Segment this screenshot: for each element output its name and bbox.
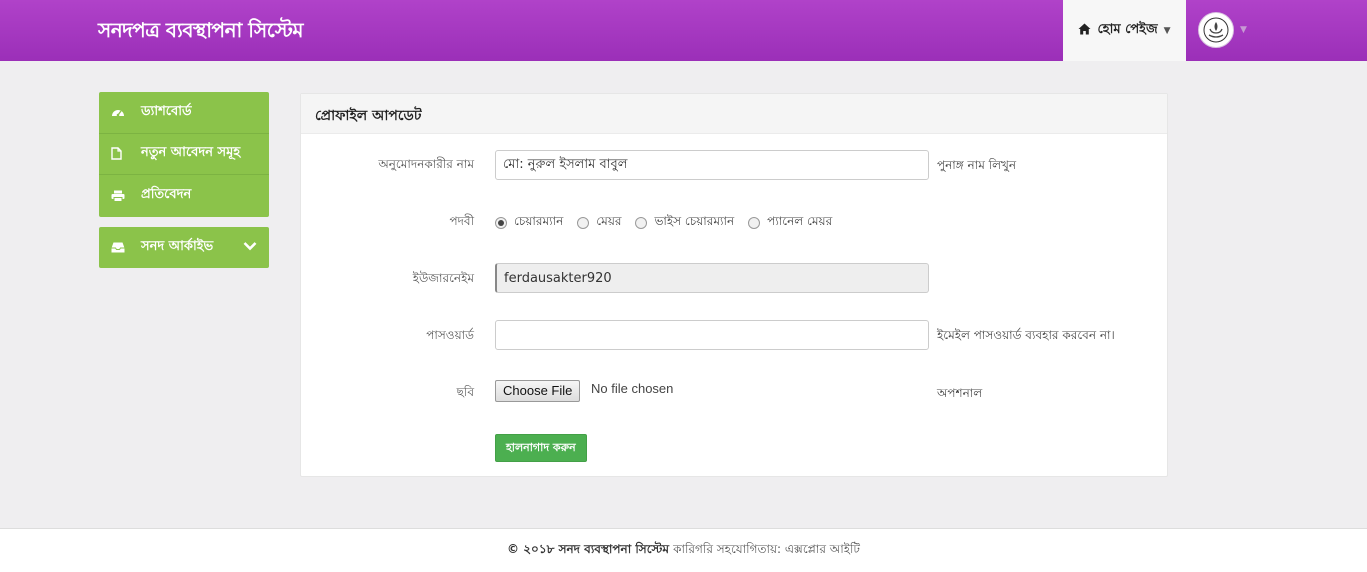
- sidebar: ড্যাশবোর্ড নতুন আবেদন সমূহ প্রতিবেদন সনদ…: [99, 92, 269, 268]
- footer: © ২০১৮ সনদ ব্যবস্থাপনা সিস্টেম কারিগরি স…: [0, 528, 1367, 572]
- username-input[interactable]: [495, 263, 929, 293]
- photo-label: ছবি: [456, 385, 474, 399]
- file-icon: [111, 147, 127, 160]
- home-page-label: হোম পেইজ: [1097, 22, 1158, 37]
- brand-title[interactable]: সনদপত্র ব্যবস্থাপনা সিস্টেম: [98, 16, 304, 49]
- radio-label: প্যানেল মেয়র: [767, 214, 833, 228]
- designation-radio-group: চেয়ারম্যান মেয়র ভাইস চেয়ারম্যান প্যান…: [495, 213, 832, 233]
- password-label: পাসওয়ার্ড: [426, 328, 474, 342]
- file-status-text: No file chosen: [591, 381, 674, 396]
- emblem-logo-icon[interactable]: [1198, 12, 1234, 48]
- password-help: ইমেইল পাসওয়ার্ড ব্যবহার করবেন না।: [937, 328, 1115, 342]
- radio-button[interactable]: [577, 217, 590, 229]
- user-menu[interactable]: ▼: [1198, 12, 1247, 48]
- choose-file-button[interactable]: Choose File: [495, 380, 581, 402]
- panel-title: প্রোফাইল আপডেট: [301, 94, 1167, 134]
- home-page-dropdown[interactable]: হোম পেইজ ▼: [1063, 0, 1186, 61]
- inbox-icon: [111, 242, 127, 253]
- sidebar-item-dashboard[interactable]: ড্যাশবোর্ড: [99, 92, 269, 134]
- print-icon: [111, 190, 127, 202]
- approver-name-label: অনুমোদনকারীর নাম: [378, 157, 474, 171]
- sidebar-archive-group: সনদ আর্কাইভ: [99, 226, 269, 269]
- radio-label: চেয়ারম্যান: [514, 214, 564, 228]
- footer-copyright: © ২০১৮ সনদ ব্যবস্থাপনা সিস্টেম: [507, 541, 670, 556]
- footer-credit[interactable]: কারিগরি সহযোগিতায়: এক্সপ্লোর আইটি: [673, 541, 860, 561]
- caret-down-icon: ▼: [1240, 25, 1247, 35]
- sidebar-item-archive[interactable]: সনদ আর্কাইভ: [99, 227, 269, 269]
- radio-label: মেয়র: [596, 214, 622, 228]
- dashboard-icon: [111, 106, 127, 118]
- photo-help: অপশনাল: [937, 386, 983, 400]
- caret-down-icon: ▼: [1163, 25, 1171, 36]
- top-navbar: সনদপত্র ব্যবস্থাপনা সিস্টেম হোম পেইজ ▼ ▼: [0, 0, 1367, 61]
- sidebar-item-label: সনদ আর্কাইভ: [141, 238, 214, 254]
- chevron-down-icon[interactable]: [243, 239, 257, 255]
- username-label: ইউজারনেইম: [412, 271, 474, 285]
- radio-button[interactable]: [748, 217, 761, 229]
- sidebar-item-new-applications[interactable]: নতুন আবেদন সমূহ: [99, 134, 269, 175]
- sidebar-item-report[interactable]: প্রতিবেদন: [99, 175, 269, 217]
- update-button[interactable]: হালনাগাদ করুন: [495, 434, 587, 462]
- sidebar-menu: ড্যাশবোর্ড নতুন আবেদন সমূহ প্রতিবেদন: [99, 92, 269, 217]
- radio-chairman[interactable]: চেয়ারম্যান: [495, 213, 563, 233]
- radio-panel-mayor[interactable]: প্যানেল মেয়র: [748, 213, 832, 233]
- radio-button[interactable]: [495, 217, 507, 229]
- radio-label: ভাইস চেয়ারম্যান: [654, 214, 735, 228]
- home-icon: [1078, 23, 1091, 39]
- radio-vice-chairman[interactable]: ভাইস চেয়ারম্যান: [635, 213, 734, 233]
- approver-name-input[interactable]: [495, 150, 929, 180]
- radio-button[interactable]: [635, 217, 648, 229]
- approver-name-help: পুনাঙ্গ নাম লিখুন: [937, 158, 1017, 172]
- sidebar-item-label: নতুন আবেদন সমূহ: [141, 145, 241, 161]
- profile-update-panel: প্রোফাইল আপডেট অনুমোদনকারীর নাম পুনাঙ্গ …: [300, 93, 1168, 477]
- sidebar-item-label: প্রতিবেদন: [141, 187, 192, 203]
- radio-mayor[interactable]: মেয়র: [577, 213, 621, 233]
- designation-label: পদবী: [449, 214, 474, 228]
- sidebar-item-label: ড্যাশবোর্ড: [141, 103, 192, 119]
- password-input[interactable]: [495, 320, 929, 350]
